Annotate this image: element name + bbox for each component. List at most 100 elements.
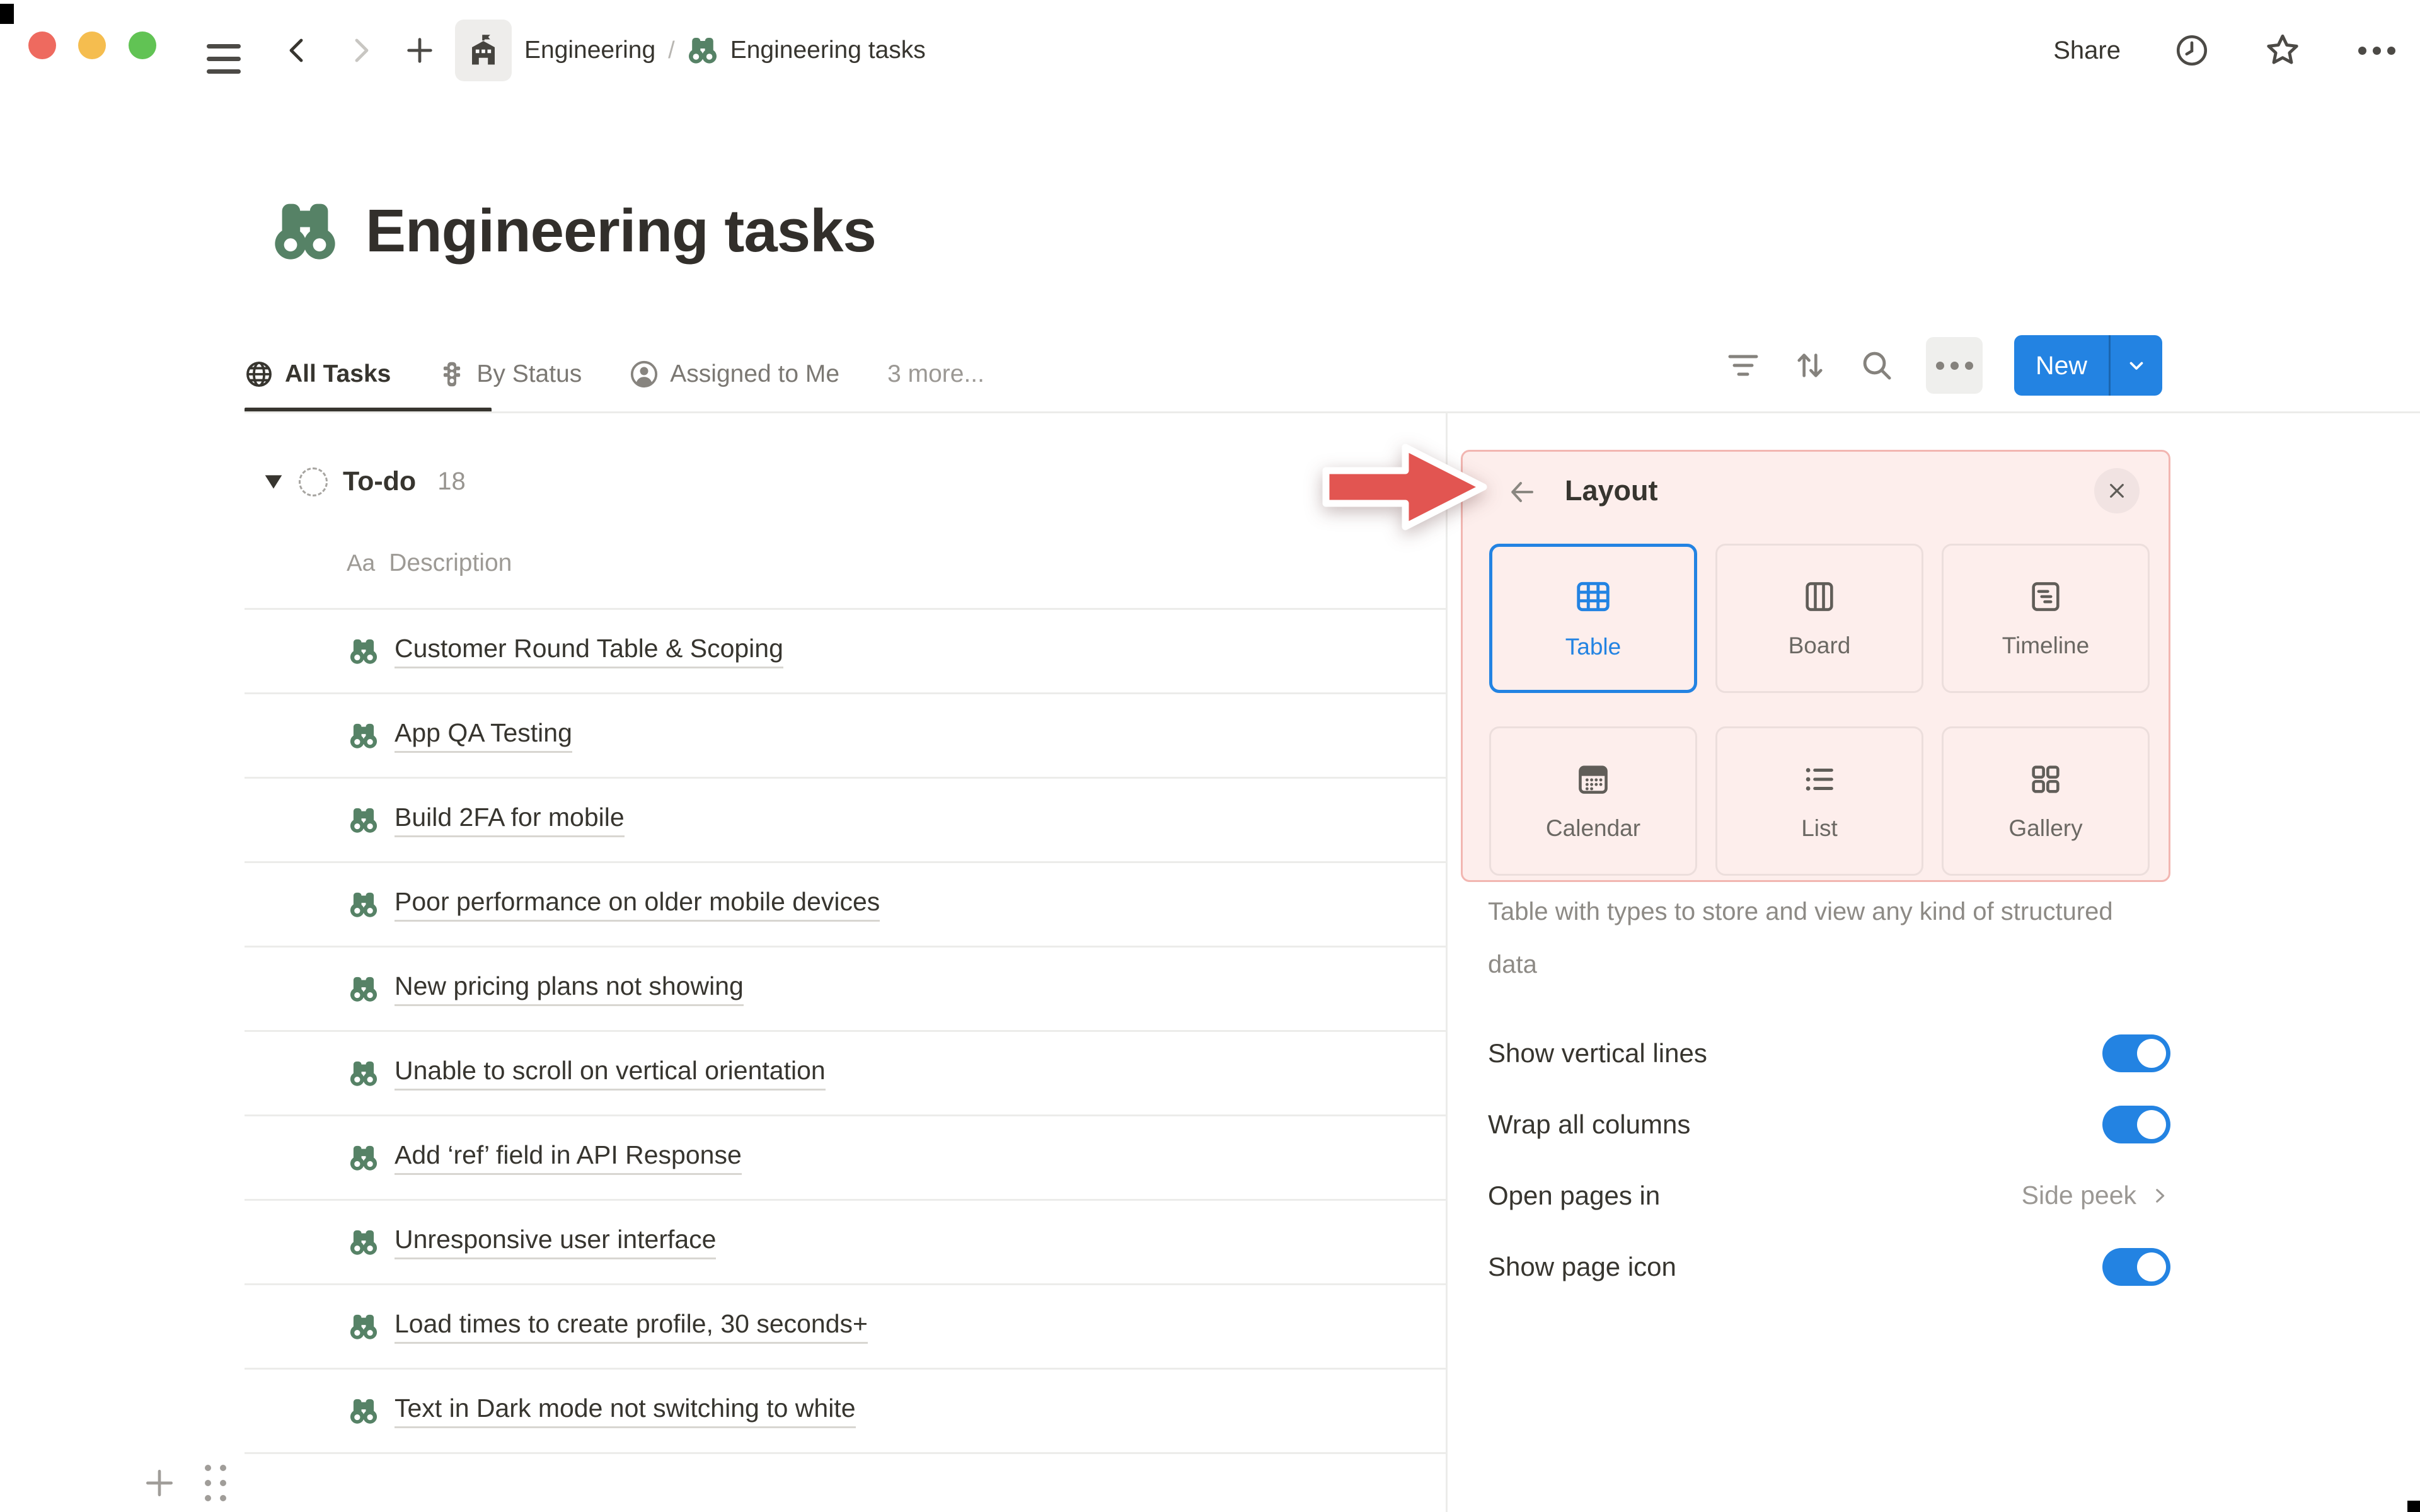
setting-open-pages-in[interactable]: Open pages in Side peek: [1488, 1160, 2170, 1231]
tab-more-views[interactable]: 3 more...: [887, 360, 984, 388]
tab-all-tasks[interactable]: All Tasks: [245, 360, 391, 389]
tab-assigned-to-me[interactable]: Assigned to Me: [630, 360, 839, 389]
status-icon: [444, 362, 461, 387]
layout-settings: Show vertical lines Wrap all columns Ope…: [1488, 1017, 2170, 1302]
tab-by-status[interactable]: By Status: [439, 360, 582, 389]
panel-back-icon[interactable]: [1507, 477, 1537, 507]
toggle-show-page-icon[interactable]: [2102, 1247, 2170, 1286]
setting-label: Show page icon: [1488, 1251, 1676, 1281]
tabs-divider: [245, 411, 2420, 413]
page-link[interactable]: Poor performance on older mobile devices: [395, 887, 880, 922]
page-link[interactable]: New pricing plans not showing: [395, 971, 744, 1006]
back-icon[interactable]: [282, 35, 313, 66]
page-link[interactable]: Build 2FA for mobile: [395, 803, 625, 837]
traffic-light-zoom[interactable]: [129, 32, 156, 59]
close-icon: [2110, 484, 2124, 498]
table-row[interactable]: Build 2FA for mobile: [245, 779, 1446, 863]
collapse-triangle-icon[interactable]: [263, 473, 284, 491]
binoculars-icon: [349, 1397, 378, 1426]
binoculars-icon: [349, 890, 378, 919]
breadcrumb-workspace[interactable]: Engineering: [524, 37, 655, 64]
page-link[interactable]: Unable to scroll on vertical orientation: [395, 1056, 826, 1091]
group-count: 18: [437, 467, 466, 495]
layout-option-label: Timeline: [2002, 632, 2090, 658]
page-link[interactable]: Unresponsive user interface: [395, 1225, 717, 1259]
layout-option-list[interactable]: List: [1715, 726, 1923, 876]
new-page-icon[interactable]: [403, 34, 436, 67]
setting-wrap-all-columns[interactable]: Wrap all columns: [1488, 1089, 2170, 1160]
share-button[interactable]: Share: [2053, 37, 2121, 65]
traffic-light-close[interactable]: [28, 32, 56, 59]
panel-close-button[interactable]: [2094, 468, 2140, 513]
group-header-todo[interactable]: To-do 18: [263, 466, 466, 497]
layout-option-label: Board: [1788, 632, 1851, 658]
drag-handle-icon[interactable]: [205, 1465, 226, 1501]
chevron-down-icon: [2129, 362, 2143, 370]
add-row-icon[interactable]: [142, 1465, 177, 1501]
screen-artifact: [0, 4, 14, 24]
toggle-wrap-all-columns[interactable]: [2102, 1105, 2170, 1143]
view-options-icon[interactable]: [1926, 337, 1983, 394]
binoculars-icon: [349, 1228, 378, 1257]
new-button-label: New: [2036, 350, 2088, 380]
page-link[interactable]: App QA Testing: [395, 718, 572, 753]
tab-label: 3 more...: [887, 360, 984, 387]
layout-option-gallery[interactable]: Gallery: [1942, 726, 2150, 876]
table-row[interactable]: Unable to scroll on vertical orientation: [245, 1032, 1446, 1116]
office-building-icon: [472, 35, 495, 65]
binoculars-icon: [349, 1143, 378, 1172]
setting-label: Open pages in: [1488, 1180, 1661, 1210]
layout-option-calendar[interactable]: Calendar: [1489, 726, 1697, 876]
binoculars-icon: [349, 1312, 378, 1341]
table-row[interactable]: New pricing plans not showing: [245, 948, 1446, 1032]
search-icon[interactable]: [1859, 348, 1894, 383]
binoculars-icon: [688, 35, 718, 66]
table-row[interactable]: Text in Dark mode not switching to white: [245, 1370, 1446, 1454]
layout-option-board[interactable]: Board: [1715, 544, 1923, 693]
new-dropdown-button[interactable]: [2111, 355, 2162, 376]
sidebar-menu-icon[interactable]: [207, 44, 241, 82]
traffic-light-minimize[interactable]: [78, 32, 106, 59]
table-row[interactable]: Customer Round Table & Scoping: [245, 610, 1446, 694]
workspace-icon[interactable]: [455, 20, 512, 81]
board-icon: [1806, 581, 1833, 611]
tab-label: Assigned to Me: [670, 360, 840, 387]
setting-label: Wrap all columns: [1488, 1109, 1691, 1139]
screen-artifact: [2407, 1501, 2420, 1512]
page-link[interactable]: Add ‘ref’ field in API Response: [395, 1140, 742, 1175]
table-row[interactable]: Add ‘ref’ field in API Response: [245, 1116, 1446, 1201]
sort-icon[interactable]: [1792, 348, 1828, 383]
page-link[interactable]: Text in Dark mode not switching to white: [395, 1394, 856, 1428]
layout-option-label: Calendar: [1545, 815, 1641, 841]
column-label: Description: [389, 549, 512, 576]
favorite-star-icon[interactable]: [2263, 31, 2302, 70]
column-header-description[interactable]: Aa Description: [347, 549, 512, 577]
layout-option-label: Table: [1565, 633, 1622, 660]
page-link[interactable]: Customer Round Table & Scoping: [395, 634, 783, 668]
chevron-right-icon: [2156, 1188, 2165, 1203]
toggle-show-vertical-lines[interactable]: [2102, 1034, 2170, 1072]
table-row[interactable]: Poor performance on older mobile devices: [245, 863, 1446, 948]
breadcrumb-page[interactable]: Engineering tasks: [730, 37, 926, 64]
table-row[interactable]: Load times to create profile, 30 seconds…: [245, 1285, 1446, 1370]
page-link[interactable]: Load times to create profile, 30 seconds…: [395, 1309, 868, 1344]
more-options-icon[interactable]: [2355, 46, 2399, 55]
binoculars-icon: [349, 975, 378, 1004]
table-row[interactable]: App QA Testing: [245, 694, 1446, 779]
list-icon: [1806, 767, 1833, 791]
history-clock-icon[interactable]: [2174, 32, 2210, 69]
setting-value: Side peek: [2021, 1181, 2136, 1210]
new-button[interactable]: New: [2014, 335, 2163, 396]
setting-show-vertical-lines[interactable]: Show vertical lines: [1488, 1017, 2170, 1089]
setting-show-page-icon[interactable]: Show page icon: [1488, 1231, 2170, 1302]
table-row[interactable]: Unresponsive user interface: [245, 1201, 1446, 1285]
binoculars-icon: [349, 637, 378, 666]
page-icon-binoculars[interactable]: [272, 198, 338, 264]
group-name: To-do: [343, 466, 417, 496]
column-type-badge: Aa: [347, 550, 376, 576]
layout-option-table[interactable]: Table: [1489, 544, 1697, 693]
calendar-icon: [1579, 765, 1608, 794]
layout-option-timeline[interactable]: Timeline: [1942, 544, 2150, 693]
forward-icon[interactable]: [345, 35, 376, 66]
filter-icon[interactable]: [1726, 348, 1761, 383]
